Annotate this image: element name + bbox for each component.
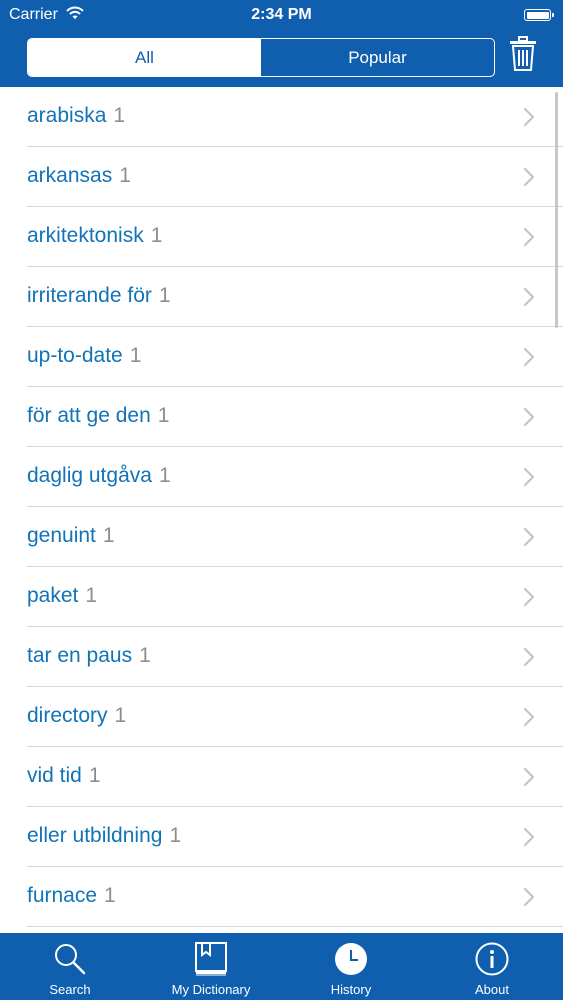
scrollbar[interactable]	[555, 92, 558, 328]
list-item-label: för att ge den 1	[27, 404, 169, 428]
list-item[interactable]: genuint 1	[0, 507, 563, 567]
tab-about[interactable]: About	[442, 933, 542, 1000]
list-item-count: 1	[150, 224, 163, 247]
list-item[interactable]: furnace 1	[0, 867, 563, 927]
list-item-label: irriterande för 1	[27, 284, 171, 308]
segment-popular[interactable]: Popular	[261, 39, 494, 76]
chevron-right-icon	[523, 827, 535, 852]
tab-history-label: History	[330, 982, 372, 997]
list-item-count: 1	[85, 584, 98, 607]
chevron-right-icon	[523, 287, 535, 312]
list-item[interactable]: paket 1	[0, 567, 563, 627]
search-icon	[53, 942, 87, 976]
list-item-count: 1	[113, 104, 126, 127]
tab-bar: Search My Dictionary History About	[0, 933, 563, 1000]
list-item-label: up-to-date 1	[27, 344, 141, 368]
list-item-label: tar en paus 1	[27, 644, 151, 668]
list-item[interactable]: vid tid 1	[0, 747, 563, 807]
list-item-label: furnace 1	[27, 884, 116, 908]
list-item-term: arkansas	[27, 164, 113, 187]
battery-icon	[524, 9, 554, 21]
list-item-label: arkansas 1	[27, 164, 131, 188]
list-item-count: 1	[104, 884, 116, 907]
list-item-label: daglig utgåva 1	[27, 464, 171, 488]
list-item-label: arabiska 1	[27, 104, 125, 128]
list-item-term: up-to-date	[27, 344, 123, 367]
list-item-term: directory	[27, 704, 108, 727]
tab-history[interactable]: History	[301, 933, 401, 1000]
status-bar: Carrier 2:34 PM	[0, 0, 563, 30]
list-item-term: arkitektonisk	[27, 224, 144, 247]
list-item-term: eller utbildning	[27, 824, 163, 847]
list-item-label: eller utbildning 1	[27, 824, 181, 848]
list-item-count: 1	[119, 164, 131, 187]
header-bar: Carrier 2:34 PM All Popular	[0, 0, 563, 87]
chevron-right-icon	[523, 647, 535, 672]
history-list[interactable]: arabiska 1 arkansas 1 arkitektonisk 1 irritera…	[0, 87, 563, 933]
filter-segmented-control[interactable]: All Popular	[27, 38, 495, 77]
list-item-count: 1	[139, 644, 151, 667]
chevron-right-icon	[523, 527, 535, 552]
chevron-right-icon	[523, 767, 535, 792]
segment-all[interactable]: All	[28, 39, 261, 76]
list-item-label: paket 1	[27, 584, 97, 608]
list-item-count: 1	[157, 404, 170, 427]
list-item-count: 1	[88, 764, 101, 787]
list-item-label: directory 1	[27, 704, 126, 728]
tab-my-dictionary[interactable]: My Dictionary	[151, 933, 271, 1000]
list-item-term: furnace	[27, 884, 98, 907]
chevron-right-icon	[523, 167, 535, 192]
list-item[interactable]: för att ge den 1	[0, 387, 563, 447]
list-item-term: arabiska	[27, 104, 107, 127]
list-item-count: 1	[114, 704, 127, 727]
tab-search-label: Search	[49, 982, 91, 997]
list-item[interactable]: tar en paus 1	[0, 627, 563, 687]
list-item-term: irriterande för	[27, 284, 152, 307]
clock-icon	[334, 942, 368, 976]
list-item-count: 1	[129, 344, 142, 367]
chevron-right-icon	[523, 347, 535, 372]
list-item[interactable]: daglig utgåva 1	[0, 447, 563, 507]
trash-icon[interactable]	[509, 36, 537, 77]
list-item-term: för att ge den	[27, 404, 151, 427]
list-item-term: vid tid	[27, 764, 82, 787]
list-item[interactable]: up-to-date 1	[0, 327, 563, 387]
list-item-label: arkitektonisk 1	[27, 224, 162, 248]
list-item-term: genuint	[27, 524, 96, 547]
list-item[interactable]: arabiska 1	[0, 87, 563, 147]
chevron-right-icon	[523, 887, 535, 912]
list-item[interactable]: eller utbildning 1	[0, 807, 563, 867]
info-icon	[475, 942, 509, 976]
list-item-term: daglig utgåva	[27, 464, 152, 487]
list-item-count: 1	[169, 824, 182, 847]
list-item[interactable]: arkansas 1	[0, 147, 563, 207]
chevron-right-icon	[523, 227, 535, 252]
book-icon	[193, 942, 229, 976]
tab-search[interactable]: Search	[15, 933, 125, 1000]
chevron-right-icon	[523, 107, 535, 132]
tab-about-label: About	[475, 982, 509, 997]
list-item-label: genuint 1	[27, 524, 115, 548]
list-item[interactable]: directory 1	[0, 687, 563, 747]
chevron-right-icon	[523, 587, 535, 612]
chevron-right-icon	[523, 467, 535, 492]
chevron-right-icon	[523, 707, 535, 732]
list-item[interactable]: irriterande för 1	[0, 267, 563, 327]
list-item-count: 1	[158, 284, 171, 307]
list-item-label: vid tid 1	[27, 764, 101, 788]
list-item-term: paket	[27, 584, 79, 607]
clock-time: 2:34 PM	[251, 6, 312, 23]
list-item[interactable]: arkitektonisk 1	[0, 207, 563, 267]
list-item-count: 1	[102, 524, 115, 547]
tab-my-dictionary-label: My Dictionary	[171, 982, 251, 997]
chevron-right-icon	[523, 407, 535, 432]
list-item-term: tar en paus	[27, 644, 133, 667]
list-item-count: 1	[158, 464, 171, 487]
